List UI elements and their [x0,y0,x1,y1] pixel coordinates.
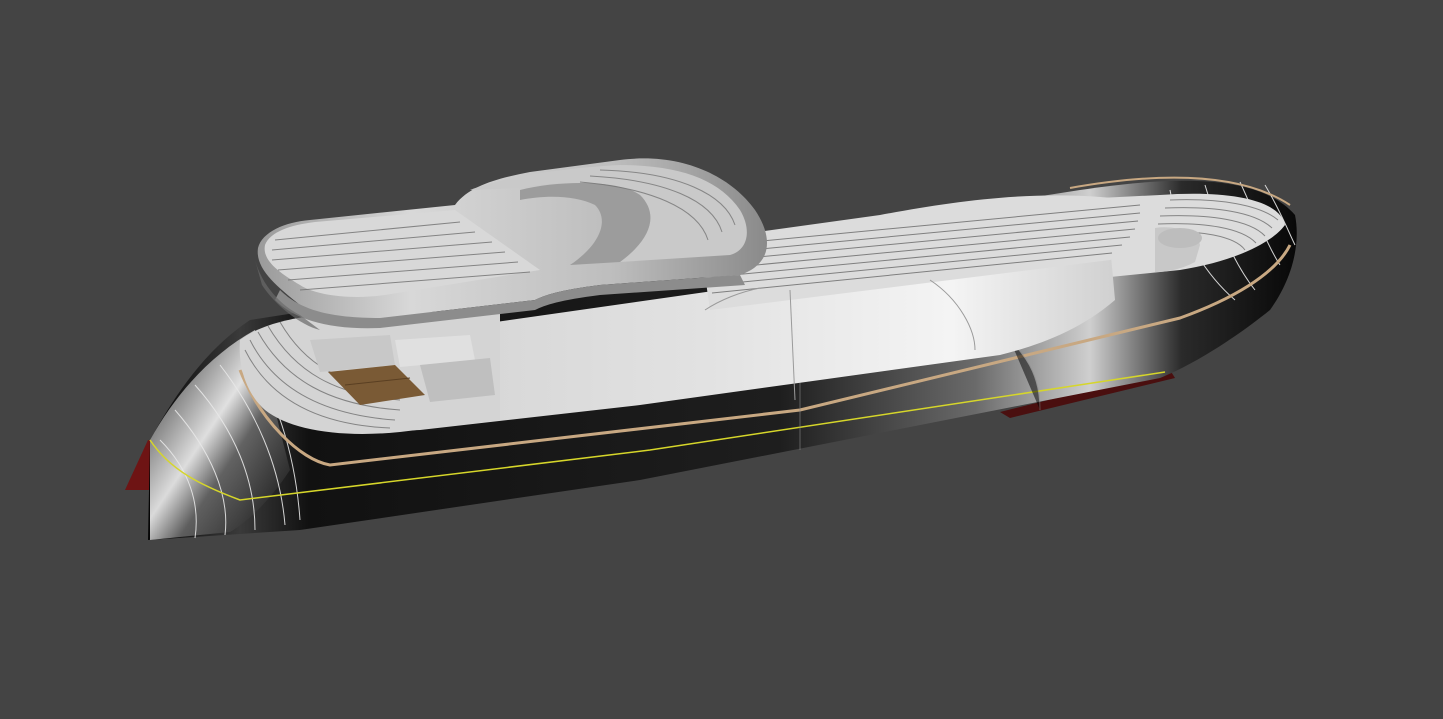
3d-viewport[interactable] [0,0,1443,719]
yacht-render [125,158,1297,541]
